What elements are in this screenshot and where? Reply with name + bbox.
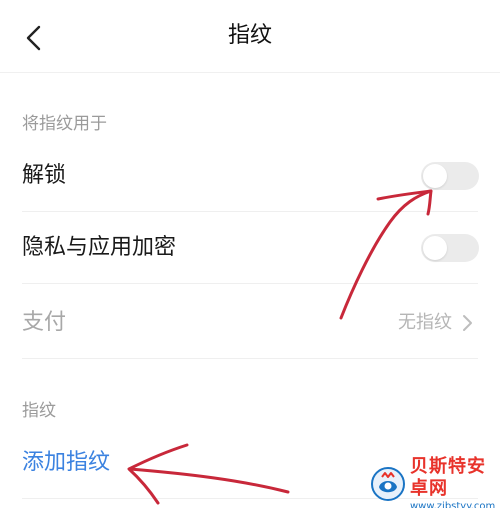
row-privacy-app-encryption[interactable]: 隐私与应用加密	[22, 212, 479, 284]
row-payment-label: 支付	[22, 310, 67, 335]
watermark-url: www.zjbstyy.com	[410, 500, 496, 508]
row-unlock-label: 解锁	[22, 163, 67, 188]
watermark-name: 贝斯特安卓网	[410, 455, 486, 499]
unlock-toggle[interactable]	[421, 162, 479, 190]
section-header-fingerprint: 指纹	[22, 401, 56, 421]
watermark-text: 贝斯特安卓网 www.zjbstyy.com	[410, 456, 496, 508]
watermark: 贝斯特安卓网 www.zjbstyy.com	[370, 456, 496, 508]
divider	[22, 283, 478, 284]
row-payment-value: 无指纹	[398, 312, 452, 333]
section-header-use-for: 将指纹用于	[22, 114, 107, 134]
privacy-toggle[interactable]	[421, 234, 479, 262]
divider	[22, 358, 478, 359]
chevron-right-icon	[463, 315, 472, 331]
add-fingerprint-button[interactable]: 添加指纹	[22, 427, 110, 499]
toggle-knob	[423, 164, 447, 188]
fingerprint-settings-screen: 指纹 将指纹用于 解锁 隐私与应用加密 支付 无指纹 指纹 添加指纹 贝斯特安卓…	[0, 0, 500, 508]
row-payment[interactable]: 支付 无指纹	[22, 287, 478, 359]
page-title: 指纹	[227, 23, 272, 48]
top-bar: 指纹	[0, 0, 500, 73]
row-privacy-label: 隐私与应用加密	[22, 235, 177, 260]
watermark-logo-icon	[371, 467, 405, 501]
row-unlock[interactable]: 解锁	[22, 140, 479, 212]
toggle-knob	[423, 236, 447, 260]
